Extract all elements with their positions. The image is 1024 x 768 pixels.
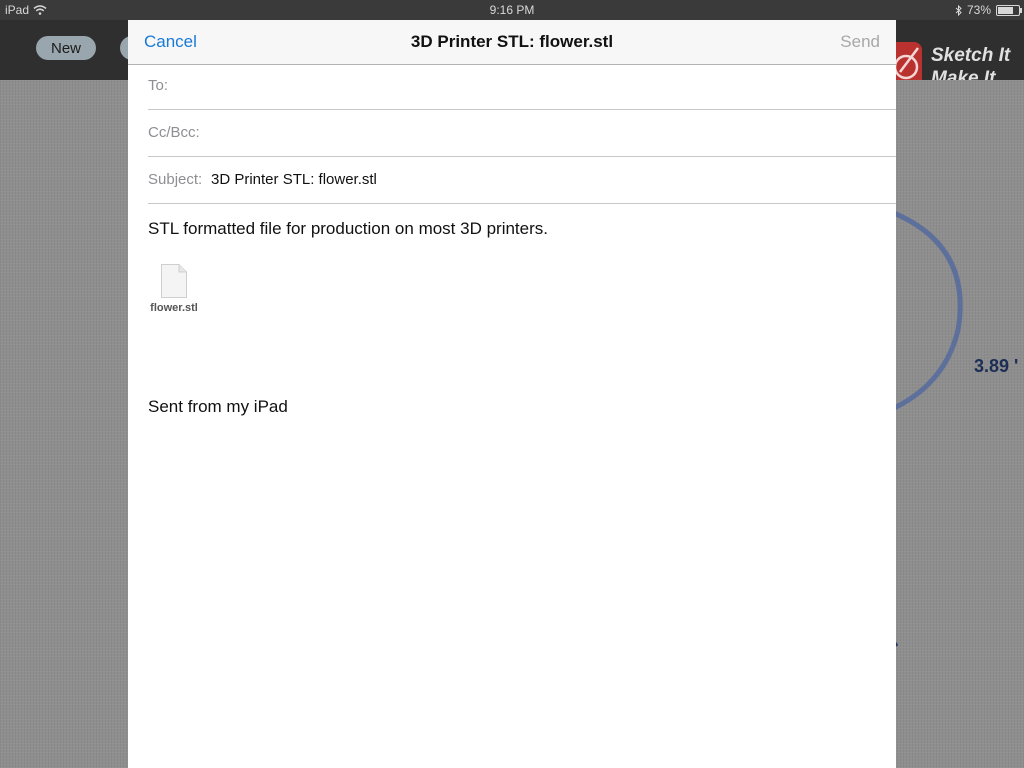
- battery-icon: [996, 4, 1022, 16]
- attachment[interactable]: flower.stl: [148, 264, 200, 314]
- compose-nav-bar: Cancel 3D Printer STL: flower.stl Send: [128, 20, 896, 65]
- mail-compose-sheet: Cancel 3D Printer STL: flower.stl Send T…: [128, 20, 896, 768]
- signature[interactable]: Sent from my iPad: [148, 397, 288, 417]
- message-body[interactable]: STL formatted file for production on mos…: [148, 219, 548, 239]
- status-time: 9:16 PM: [489, 3, 535, 17]
- compose-title: 3D Printer STL: flower.stl: [410, 32, 614, 51]
- new-button[interactable]: New: [36, 36, 96, 60]
- battery-percent: 73%: [966, 3, 991, 17]
- divider: [148, 203, 896, 204]
- subject-label: Subject:: [148, 171, 203, 188]
- document-icon: [161, 264, 187, 298]
- to-field[interactable]: To:: [128, 64, 896, 110]
- to-label: To:: [148, 77, 169, 94]
- cc-bcc-field[interactable]: Cc/Bcc:: [128, 111, 896, 157]
- subject-value[interactable]: 3D Printer STL: flower.stl: [211, 171, 377, 188]
- send-button[interactable]: Send: [840, 32, 880, 52]
- divider: [148, 156, 896, 157]
- attachment-name: flower.stl: [150, 302, 198, 314]
- cc-bcc-label: Cc/Bcc:: [148, 124, 200, 141]
- divider: [148, 109, 896, 110]
- status-bar: iPad 9:16 PM 73%: [0, 0, 1024, 20]
- subject-field[interactable]: Subject: 3D Printer STL: flower.stl: [128, 158, 896, 204]
- bluetooth-icon: [955, 4, 962, 16]
- dimension-label: 3.89 ': [974, 356, 1019, 376]
